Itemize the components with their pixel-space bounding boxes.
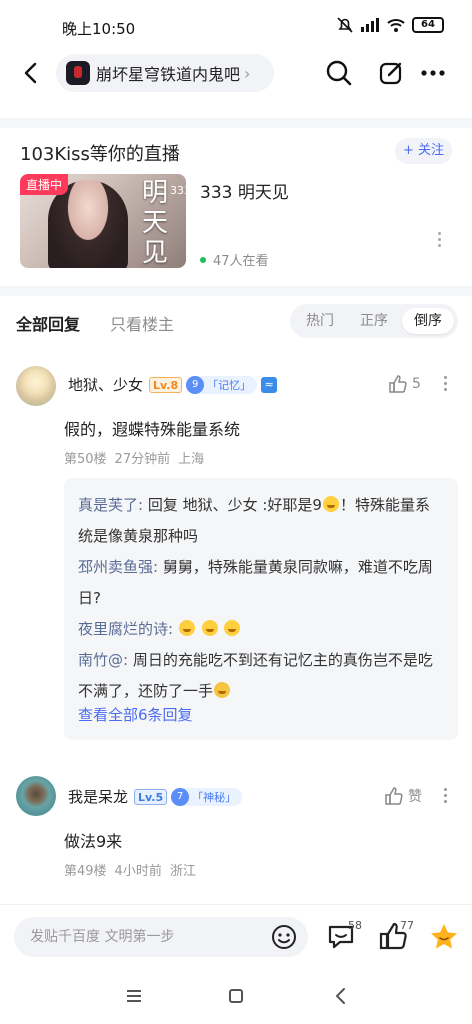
live-badge: 直播中 bbox=[20, 174, 69, 195]
forum-entry[interactable]: 崩坏星穹铁道内鬼吧 › bbox=[56, 54, 274, 92]
avatar[interactable] bbox=[16, 366, 56, 406]
post-location: 浙江 bbox=[169, 864, 196, 879]
thumbs-up-icon bbox=[389, 375, 407, 393]
author-line: 地狱、少女 Lv.8 9 「记忆」 ≈ bbox=[68, 374, 278, 395]
status-bar: 晚上10:50 64 bbox=[0, 0, 472, 52]
edit-button[interactable] bbox=[376, 58, 406, 88]
smile-emoji-icon bbox=[178, 620, 195, 636]
smile-emoji-icon bbox=[224, 620, 241, 636]
smile-emoji-icon bbox=[201, 620, 218, 636]
tab-op-only[interactable]: 只看楼主 bbox=[110, 311, 174, 335]
online-dot-icon bbox=[200, 256, 206, 263]
menu-nav-button[interactable] bbox=[124, 986, 144, 1006]
floor-number: 第49楼 bbox=[64, 864, 107, 879]
nav-bar: 崩坏星穹铁道内鬼吧 › bbox=[0, 52, 472, 94]
post-location: 上海 bbox=[178, 452, 205, 467]
sub-reply[interactable]: 夜里腐烂的诗: bbox=[78, 614, 444, 645]
author-name[interactable]: 我是呆龙 bbox=[68, 786, 128, 807]
search-icon bbox=[326, 60, 352, 86]
post-more-icon[interactable] bbox=[444, 788, 448, 803]
cover-number: 333 bbox=[170, 184, 186, 197]
home-nav-button[interactable] bbox=[226, 986, 246, 1006]
back-button[interactable] bbox=[16, 58, 44, 88]
author-name[interactable]: 地狱、少女 bbox=[68, 374, 143, 395]
post-more-icon[interactable] bbox=[444, 376, 448, 391]
sort-asc[interactable]: 正序 bbox=[348, 308, 400, 334]
chevron-right-icon: › bbox=[244, 63, 251, 83]
signal-icon bbox=[361, 18, 379, 32]
live-section: 103Kiss等你的直播 + 关注 明天见 333 直播中 333 明天见 47… bbox=[0, 132, 472, 286]
post-time: 27分钟前 bbox=[114, 452, 171, 467]
star-icon bbox=[431, 924, 457, 949]
post-time: 4小时前 bbox=[114, 864, 162, 879]
sub-reply[interactable]: 南竹@: 周日的充能吃不到还有记忆主的真伤岂不是吃不满了，还防了一手 bbox=[78, 645, 444, 707]
sort-hot[interactable]: 热门 bbox=[294, 308, 346, 334]
like-label: 赞 bbox=[408, 789, 422, 805]
sort-toggle: 热门 正序 倒序 bbox=[290, 304, 458, 338]
like-button[interactable]: 赞 bbox=[384, 786, 422, 806]
status-icons: 64 bbox=[336, 16, 444, 34]
back-nav-button[interactable] bbox=[330, 986, 350, 1006]
wifi-icon bbox=[387, 19, 405, 32]
like-button[interactable]: 5 bbox=[388, 374, 421, 394]
tab-all-replies[interactable]: 全部回复 bbox=[16, 311, 80, 335]
view-all-replies-link[interactable]: 查看全部6条回复 bbox=[78, 704, 193, 725]
emoji-button[interactable] bbox=[270, 923, 298, 951]
level-badge: Lv.5 bbox=[134, 788, 168, 805]
sub-reply[interactable]: 邳州卖鱼强: 舅舅，特殊能量黄泉同款嘛，难道不吃周日? bbox=[78, 552, 444, 614]
favorite-button[interactable] bbox=[428, 921, 462, 955]
comment-count: 58 bbox=[348, 919, 362, 932]
forum-name: 崩坏星穹铁道内鬼吧 bbox=[96, 65, 241, 84]
wave-badge-icon: ≈ bbox=[261, 376, 278, 393]
live-section-title: 103Kiss等你的直播 bbox=[20, 144, 180, 165]
menu-icon bbox=[127, 990, 141, 1002]
home-square-icon bbox=[229, 989, 243, 1003]
mute-bell-icon bbox=[337, 17, 353, 33]
system-nav bbox=[0, 968, 472, 1024]
avatar[interactable] bbox=[16, 776, 56, 816]
reply-tabs: 全部回复 只看楼主 热门 正序 倒序 bbox=[0, 300, 472, 344]
thumbs-up-icon bbox=[385, 787, 403, 805]
sub-reply[interactable]: 真是芙了: 回复 地狱、少女 :好耶是9 ！特殊能量系统是像黄泉那种吗 bbox=[78, 490, 444, 552]
edit-icon bbox=[379, 62, 402, 85]
shield-emoji-icon bbox=[214, 682, 231, 698]
sub-replies: 真是芙了: 回复 地狱、少女 :好耶是9 ！特殊能量系统是像黄泉那种吗 邳州卖鱼强… bbox=[64, 478, 458, 740]
reply-input[interactable]: 发贴千百度 文明第一步 bbox=[14, 917, 308, 957]
more-icon bbox=[421, 70, 445, 76]
battery-icon: 64 bbox=[412, 17, 444, 33]
sort-desc[interactable]: 倒序 bbox=[402, 308, 454, 334]
forum-logo bbox=[66, 61, 90, 85]
status-time: 晚上10:50 bbox=[62, 20, 136, 38]
floor-number: 第50楼 bbox=[64, 452, 107, 467]
section-divider bbox=[0, 286, 472, 296]
grin-emoji-icon bbox=[322, 496, 339, 512]
post-meta: 第49楼 4小时前 浙江 bbox=[64, 860, 196, 879]
back-chevron-icon bbox=[336, 988, 345, 1004]
post-meta: 第50楼 27分钟前 上海 bbox=[64, 448, 204, 467]
section-divider bbox=[0, 118, 472, 128]
title-badge: 9 「记忆」 bbox=[186, 375, 258, 394]
search-button[interactable] bbox=[324, 58, 354, 88]
back-arrow-icon bbox=[24, 62, 37, 84]
live-more-icon[interactable] bbox=[438, 232, 444, 247]
emoji-icon bbox=[272, 925, 296, 949]
like-count: 5 bbox=[412, 376, 421, 392]
live-room-title[interactable]: 333 明天见 bbox=[200, 178, 289, 203]
follow-button[interactable]: + 关注 bbox=[394, 138, 452, 164]
like-count: 77 bbox=[400, 919, 414, 932]
more-button[interactable] bbox=[418, 58, 448, 88]
bottom-bar: 发贴千百度 文明第一步 58 77 bbox=[0, 904, 472, 968]
reply-post: 我是呆龙 Lv.5 7 「神秘」 赞 做法9来 第49楼 4小时前 浙江 bbox=[0, 772, 472, 892]
live-cover[interactable]: 明天见 333 直播中 bbox=[20, 174, 186, 268]
title-badge: 7 「神秘」 bbox=[171, 787, 243, 806]
post-content: 假的，遐蝶特殊能量系统 bbox=[64, 420, 241, 439]
author-line: 我是呆龙 Lv.5 7 「神秘」 bbox=[68, 786, 243, 807]
viewer-count: 47人在看 bbox=[213, 254, 269, 269]
post-content: 做法9来 bbox=[64, 832, 123, 851]
level-badge: Lv.8 bbox=[149, 376, 183, 393]
live-viewers: 47人在看 bbox=[200, 250, 269, 269]
